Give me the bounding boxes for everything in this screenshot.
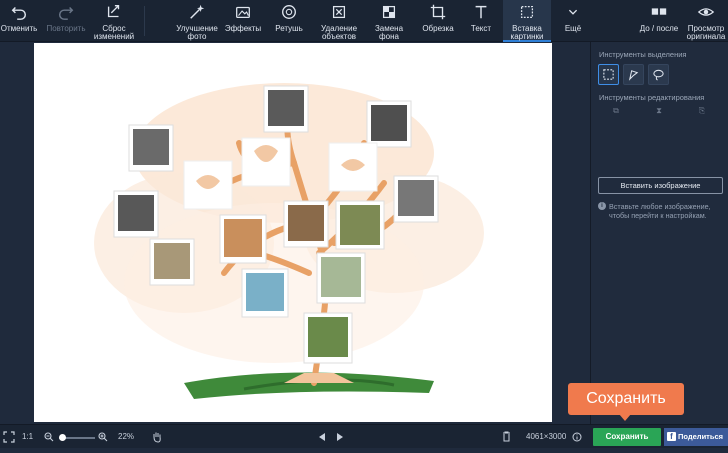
magic-lasso-button[interactable]: [623, 64, 644, 85]
hand-icon[interactable]: [152, 425, 162, 449]
crop-icon: [418, 3, 458, 25]
tooltip-arrow: [619, 414, 631, 421]
retouch-icon: [268, 3, 310, 25]
fullscreen-icon[interactable]: [3, 425, 15, 449]
remove-objects-icon: [316, 3, 362, 25]
share-label: Поделиться: [678, 432, 724, 441]
save-tooltip: Сохранить: [568, 383, 684, 415]
zoom-slider-knob[interactable]: [59, 434, 66, 441]
edit-tool-copy[interactable]: ⧉: [597, 106, 635, 120]
zoom-out-icon[interactable]: [44, 425, 54, 449]
save-button[interactable]: Сохранить: [593, 428, 661, 446]
magic-lasso-icon: [628, 70, 639, 81]
trash-icon[interactable]: [502, 425, 511, 449]
rect-select-button[interactable]: [598, 64, 619, 85]
redo-icon: [42, 3, 90, 25]
facebook-icon: f: [667, 432, 676, 441]
before-after-button[interactable]: До / после: [634, 0, 684, 42]
reset-button[interactable]: Сброс изменений: [90, 0, 138, 42]
info-icon: i: [598, 202, 606, 210]
image-size: 4061×3000: [526, 432, 567, 441]
redo-button[interactable]: Повторить: [42, 0, 90, 42]
edit-tool-flip[interactable]: ⧗: [640, 106, 678, 120]
insert-image-panel-button[interactable]: Вставить изображение: [598, 177, 723, 194]
panel-hint: Вставьте любое изображение, чтобы перейт…: [609, 202, 711, 220]
edit-tool-paste[interactable]: ⎘: [683, 106, 721, 120]
prev-icon[interactable]: [318, 425, 326, 449]
next-icon[interactable]: [336, 425, 344, 449]
insert-image-button[interactable]: Вставка картинки: [503, 0, 551, 42]
chevron-down-icon: [556, 3, 590, 25]
before-after-icon: [634, 3, 684, 25]
lasso-icon: [653, 69, 664, 81]
undo-icon: [0, 3, 38, 25]
replace-bg-button[interactable]: Замена фона: [367, 0, 411, 42]
remove-objects-button[interactable]: Удаление объектов: [316, 0, 362, 42]
edited-photo[interactable]: [34, 43, 552, 422]
top-toolbar: Отменить Повторить Сброс изменений Улучш…: [0, 0, 728, 42]
image-info-icon[interactable]: [572, 425, 582, 449]
reset-icon: [90, 3, 138, 25]
more-button[interactable]: Ещё: [556, 0, 590, 42]
text-button[interactable]: Текст: [462, 0, 500, 42]
zoom-in-icon[interactable]: [98, 425, 108, 449]
replace-bg-icon: [367, 3, 411, 25]
ratio-button[interactable]: 1:1: [22, 425, 33, 449]
enhance-button[interactable]: Улучшение фото: [174, 0, 220, 42]
share-button[interactable]: f Поделиться: [664, 428, 728, 446]
effects-button[interactable]: Эффекты: [221, 0, 265, 42]
retouch-button[interactable]: Ретушь: [268, 0, 310, 42]
toolbar-separator: [144, 6, 145, 36]
photo-frame: [263, 85, 309, 133]
selection-tools-title: Инструменты выделения: [599, 50, 687, 59]
crop-button[interactable]: Обрезка: [418, 0, 458, 42]
family-tree-illustration: [94, 83, 484, 399]
zoom-level: 22%: [118, 432, 135, 441]
edit-tools-title: Инструменты редактирования: [599, 93, 705, 102]
undo-button[interactable]: Отменить: [0, 0, 38, 42]
enhance-icon: [174, 3, 220, 25]
lasso-button[interactable]: [648, 64, 669, 85]
text-icon: [462, 3, 500, 25]
insert-image-icon: [503, 3, 551, 25]
view-original-button[interactable]: Просмотр оригинала: [684, 0, 728, 42]
insert-image-panel: Инструменты выделения Инструменты редакт…: [590, 42, 728, 424]
effects-icon: [221, 3, 265, 25]
eye-icon: [684, 3, 728, 25]
rect-select-icon: [603, 69, 614, 80]
